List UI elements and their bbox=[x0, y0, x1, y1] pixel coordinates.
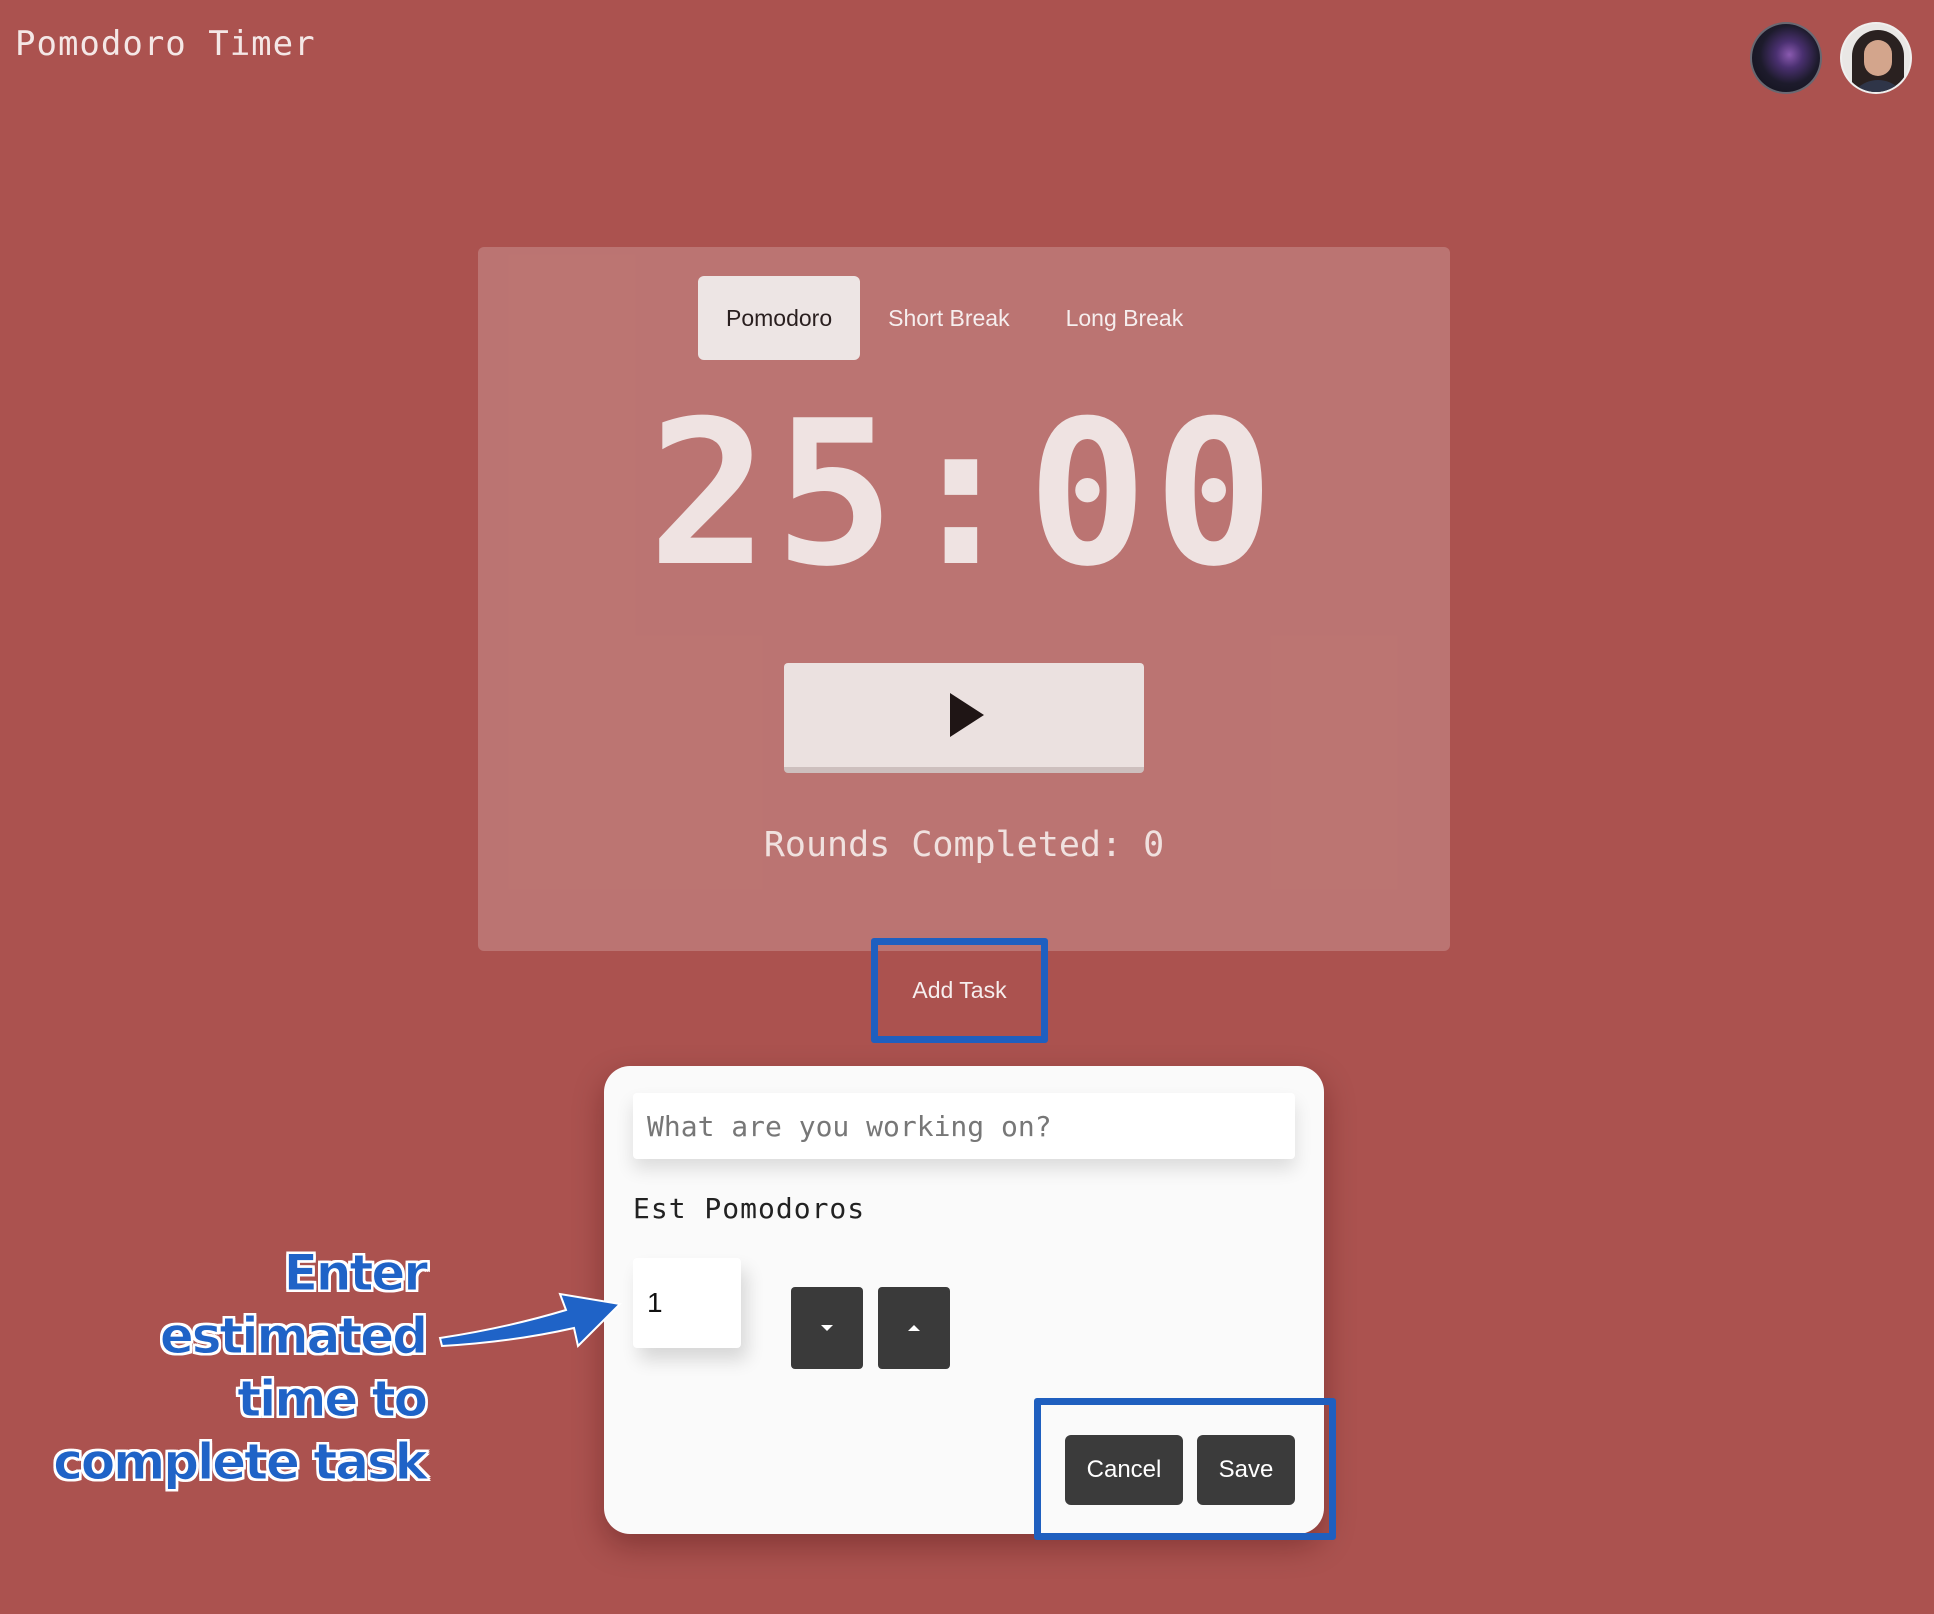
rounds-completed: Rounds Completed: 0 bbox=[763, 825, 1165, 865]
increment-button[interactable] bbox=[878, 1287, 950, 1369]
avatar-face bbox=[1864, 40, 1892, 76]
avatar[interactable] bbox=[1840, 22, 1912, 94]
timer-display: 25:00 bbox=[647, 378, 1281, 611]
avatar[interactable] bbox=[1750, 22, 1822, 94]
play-icon bbox=[950, 693, 984, 737]
task-name-input[interactable] bbox=[633, 1093, 1295, 1159]
tab-long-break[interactable]: Long Break bbox=[1038, 276, 1212, 360]
annotation-line: Enter estimated bbox=[159, 1244, 428, 1366]
est-pomodoros-input[interactable]: 1 bbox=[633, 1258, 741, 1348]
annotation-line: time to bbox=[237, 1370, 429, 1429]
annotation-callout: Enter estimated time to complete task bbox=[30, 1242, 429, 1494]
annotation-line: complete task bbox=[53, 1433, 429, 1492]
app-title: Pomodoro Timer bbox=[15, 24, 316, 64]
annotation-arrow-icon bbox=[438, 1292, 623, 1348]
mode-tabs: Pomodoro Short Break Long Break bbox=[698, 276, 1211, 360]
start-button[interactable] bbox=[784, 663, 1144, 773]
tab-pomodoro[interactable]: Pomodoro bbox=[698, 276, 861, 360]
est-pomodoros-label: Est Pomodoros bbox=[633, 1192, 866, 1225]
actions-highlight bbox=[1034, 1398, 1336, 1540]
timer-card: Pomodoro Short Break Long Break 25:00 Ro… bbox=[478, 247, 1450, 951]
decrement-button[interactable] bbox=[791, 1287, 863, 1369]
caret-up-icon bbox=[908, 1325, 920, 1331]
tab-short-break[interactable]: Short Break bbox=[860, 276, 1037, 360]
caret-down-icon bbox=[821, 1325, 833, 1331]
add-task-highlight bbox=[871, 938, 1048, 1043]
